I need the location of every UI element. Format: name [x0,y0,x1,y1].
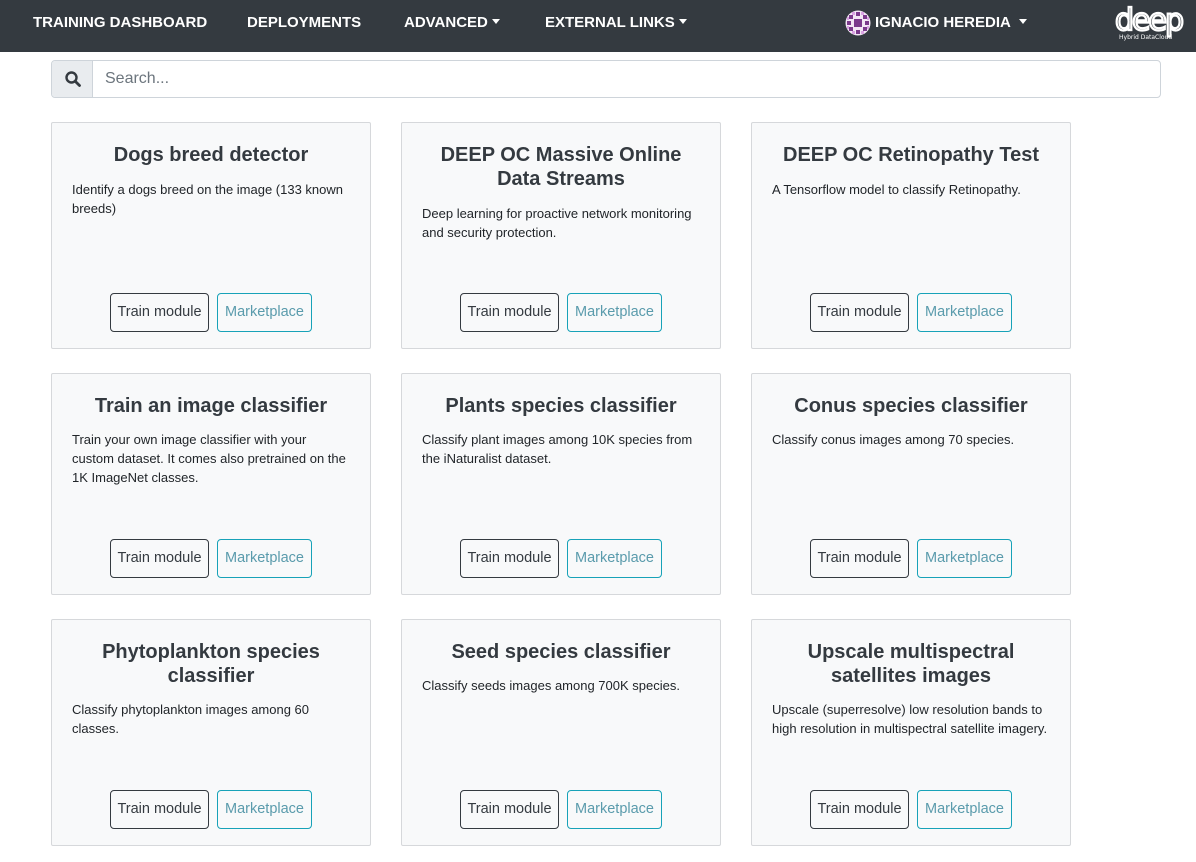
train-module-button[interactable]: Train module [110,790,209,829]
marketplace-button[interactable]: Marketplace [217,293,312,332]
search-input[interactable] [94,61,1160,97]
card-description: Classify phytoplankton images among 60 c… [72,702,310,736]
search-icon [65,71,81,87]
marketplace-button[interactable]: Marketplace [917,539,1012,578]
nav-training-dashboard[interactable]: TRAINING DASHBOARD [33,15,207,31]
nav-user-dropdown[interactable]: IGNACIO HEREDIA [875,15,1027,31]
nav-external-links-dropdown[interactable]: EXTERNAL LINKS [545,15,687,31]
card-description: Identify a dogs breed on the image (133 … [72,182,344,216]
card-description: Classify plant images among 10K species … [422,432,693,466]
module-card: Phytoplankton species classifier Classif… [51,619,371,846]
train-module-button[interactable]: Train module [460,293,559,332]
module-card: DEEP OC Retinopathy Test A Tensorflow mo… [751,122,1071,349]
marketplace-button[interactable]: Marketplace [567,790,662,829]
train-module-button[interactable]: Train module [810,790,909,829]
module-card: DEEP OC Massive Online Data Streams Deep… [401,122,721,349]
card-description: Train your own image classifier with you… [72,432,346,485]
card-description: Classify conus images among 70 species. [772,432,1015,447]
chevron-down-icon [1018,19,1027,24]
nav-deployments[interactable]: DEPLOYMENTS [247,15,361,31]
nav-training-dashboard-label: TRAINING DASHBOARD [33,14,208,31]
search-addon[interactable] [52,61,93,97]
card-description: Upscale (superresolve) low resolution ba… [772,702,1048,736]
user-avatar-icon[interactable] [845,10,871,36]
card-title: Train an image classifier [94,395,328,417]
train-module-button[interactable]: Train module [110,293,209,332]
card-title: Upscale multispectral satellites images [807,641,1015,687]
nav-advanced-dropdown[interactable]: ADVANCED [404,15,500,31]
marketplace-button[interactable]: Marketplace [917,293,1012,332]
card-title: Plants species classifier [445,395,677,417]
deep-logo-mark: deep Hybrid DataCloud [1114,2,1186,41]
card-title: Conus species classifier [794,395,1028,417]
chevron-down-icon [491,19,500,24]
train-module-button[interactable]: Train module [460,790,559,829]
card-title: Phytoplankton species classifier [102,641,320,687]
marketplace-button[interactable]: Marketplace [217,539,312,578]
card-title: DEEP OC Retinopathy Test [783,144,1039,166]
nav-advanced-label: ADVANCED [404,14,488,31]
card-title: Dogs breed detector [113,144,309,166]
card-title: Seed species classifier [451,641,671,663]
module-card: Conus species classifier Classify conus … [751,373,1071,595]
train-module-button[interactable]: Train module [810,293,909,332]
card-description: Deep learning for proactive network moni… [422,206,692,240]
user-name: IGNACIO HEREDIA [875,14,1011,31]
nav-external-links-label: EXTERNAL LINKS [545,14,675,31]
top-navbar: TRAINING DASHBOARD DEPLOYMENTS ADVANCED … [0,0,1196,52]
module-card: Upscale multispectral satellites images … [751,619,1071,846]
card-description: Classify seeds images among 700K species… [422,678,680,693]
marketplace-button[interactable]: Marketplace [917,790,1012,829]
train-module-button[interactable]: Train module [460,539,559,578]
module-card: Train an image classifier Train your own… [51,373,371,595]
search-bar [51,60,1161,98]
module-card: Plants species classifier Classify plant… [401,373,721,595]
card-title: DEEP OC Massive Online Data Streams [440,144,682,190]
train-module-button[interactable]: Train module [110,539,209,578]
deep-logo[interactable]: deep Hybrid DataCloud [1114,2,1188,41]
marketplace-button[interactable]: Marketplace [567,539,662,578]
train-module-button[interactable]: Train module [810,539,909,578]
module-card: Dogs breed detector Identify a dogs bree… [51,122,371,349]
module-card: Seed species classifier Classify seeds i… [401,619,721,846]
card-description: A Tensorflow model to classify Retinopat… [772,182,1021,197]
nav-deployments-label: DEPLOYMENTS [247,14,362,31]
marketplace-button[interactable]: Marketplace [217,790,312,829]
marketplace-button[interactable]: Marketplace [567,293,662,332]
logo-tagline: Hybrid DataCloud [1119,34,1172,41]
chevron-down-icon [678,19,687,24]
